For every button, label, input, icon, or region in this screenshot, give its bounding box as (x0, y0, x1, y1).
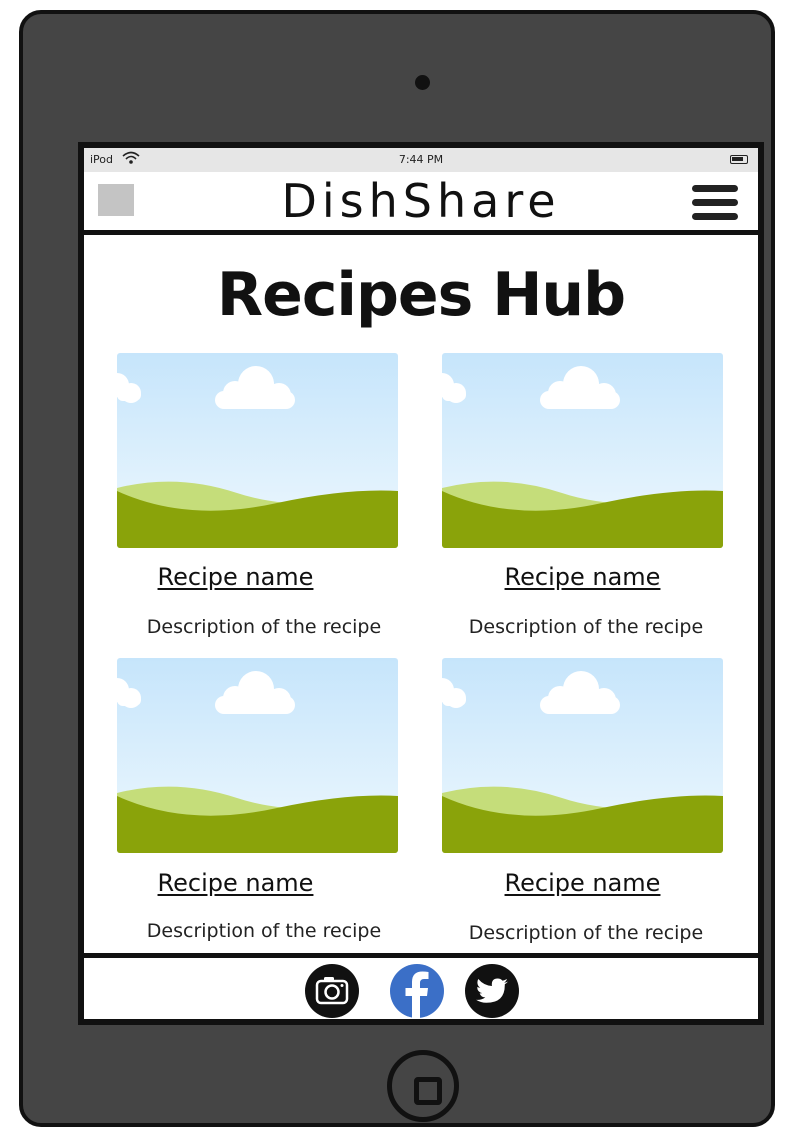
app-header: DishShare (84, 172, 758, 230)
recipe-name-link[interactable]: Recipe name (95, 869, 376, 897)
landscape-image-icon (117, 353, 398, 548)
screen: iPod 7:44 PM DishShare Recipes Hub Recip… (78, 142, 764, 1025)
brand-title: DishShare (281, 174, 561, 228)
recipe-description: Description of the recipe (468, 616, 704, 638)
footer-divider (84, 953, 758, 958)
tablet-device: iPod 7:44 PM DishShare Recipes Hub Recip… (19, 10, 775, 1127)
recipe-description: Description of the recipe (146, 920, 382, 942)
instagram-camera-icon[interactable] (304, 963, 360, 1019)
recipe-name-link[interactable]: Recipe name (442, 563, 723, 591)
twitter-icon[interactable] (464, 963, 520, 1019)
battery-icon (730, 155, 748, 164)
header-divider (84, 230, 758, 235)
status-time: 7:44 PM (398, 153, 444, 166)
recipe-name-link[interactable]: Recipe name (442, 869, 723, 897)
hamburger-menu-icon[interactable] (692, 185, 738, 221)
recipe-description: Description of the recipe (468, 922, 704, 944)
recipe-image[interactable] (442, 353, 723, 548)
status-bar: iPod 7:44 PM (84, 148, 758, 172)
landscape-image-icon (442, 658, 723, 853)
home-square-icon (414, 1077, 442, 1105)
recipe-image[interactable] (442, 658, 723, 853)
home-button[interactable] (387, 1050, 459, 1122)
page-title: Recipes Hub (216, 260, 626, 330)
recipe-name-link[interactable]: Recipe name (95, 563, 376, 591)
landscape-image-icon (117, 658, 398, 853)
facebook-icon[interactable] (389, 963, 445, 1019)
front-camera (415, 75, 430, 90)
recipe-description: Description of the recipe (146, 616, 382, 638)
recipe-image[interactable] (117, 658, 398, 853)
landscape-image-icon (442, 353, 723, 548)
recipe-image[interactable] (117, 353, 398, 548)
